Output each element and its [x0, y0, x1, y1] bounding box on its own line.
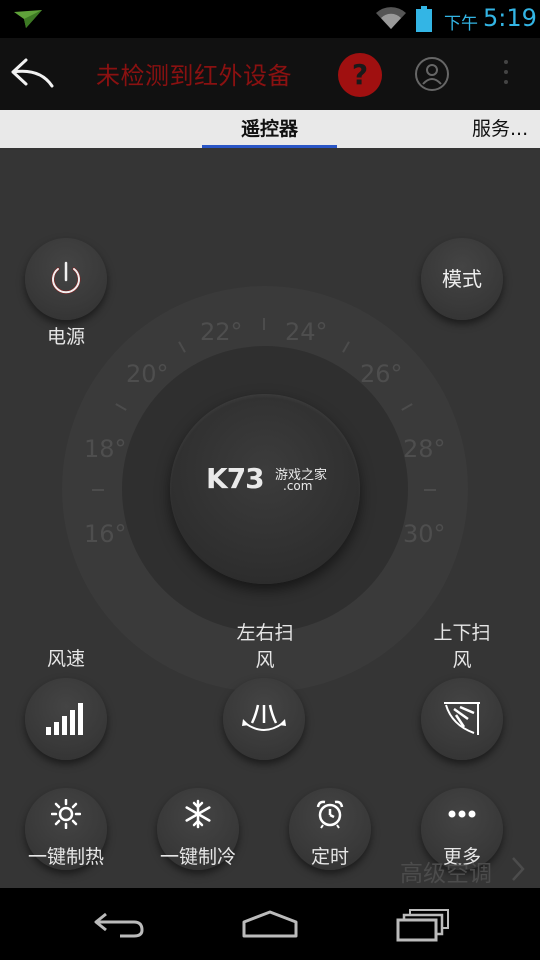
swing-ud-label-line2: 风 [452, 649, 472, 671]
tab-bar: 遥控器 服务... [0, 110, 540, 148]
temp-label-22: 22° [200, 318, 243, 346]
watermark-main: K73 [206, 462, 265, 495]
advanced-ac-link[interactable]: 高级空调 [400, 854, 492, 888]
fan-speed-button[interactable] [25, 678, 107, 760]
swing-ud-button[interactable] [421, 678, 503, 760]
watermark-com: .com [283, 479, 313, 493]
temp-label-24: 24° [285, 318, 328, 346]
nav-recents-icon[interactable] [394, 908, 450, 942]
nav-back-icon[interactable] [90, 908, 146, 940]
overflow-menu-icon[interactable] [500, 60, 512, 90]
power-label: 电源 [46, 326, 85, 348]
user-icon[interactable] [414, 56, 450, 92]
swing-lr-label-line2: 风 [255, 649, 275, 671]
tab-service[interactable]: 服务... [472, 110, 540, 148]
signal-bars-icon [46, 703, 83, 735]
swing-ud-label: 上下扫 风 [402, 620, 522, 674]
back-arrow-icon[interactable] [10, 56, 56, 92]
timer-label: 定时 [310, 846, 349, 868]
vertical-swing-icon [444, 702, 480, 735]
power-icon [51, 261, 81, 294]
help-icon[interactable]: ? [338, 53, 382, 97]
temp-label-20: 20° [126, 360, 169, 388]
tab-remote[interactable]: 遥控器 [202, 110, 337, 148]
temp-label-28: 28° [403, 435, 446, 463]
more-dots-icon [448, 810, 476, 818]
navigation-bar [0, 888, 540, 960]
fan-speed-label: 风速 [46, 648, 85, 670]
temp-label-16: 16° [84, 520, 127, 548]
watermark-logo: K73 游戏之家 .com [206, 462, 336, 496]
temp-label-26: 26° [360, 360, 403, 388]
snowflake-icon [185, 799, 211, 829]
nav-home-icon[interactable] [240, 908, 300, 940]
status-ampm: 下午 [444, 14, 478, 34]
cool-label: 一键制冷 [159, 846, 236, 868]
sun-icon [51, 799, 81, 829]
swing-ud-label-line1: 上下扫 [433, 622, 491, 644]
status-bar: 下午 5:19 [0, 0, 540, 38]
notification-plane-icon [14, 10, 42, 28]
heat-label: 一键制热 [27, 846, 104, 868]
mode-button[interactable]: 模式 [421, 238, 503, 320]
page-title: 未检测到红外设备 [96, 62, 292, 90]
action-bar: 未检测到红外设备 ? [0, 38, 540, 110]
status-time: 5:19 [483, 4, 537, 32]
mode-label: 模式 [442, 267, 482, 291]
horizontal-swing-icon [242, 704, 286, 731]
swing-lr-label: 左右扫 风 [205, 620, 325, 674]
dial-tick [424, 489, 436, 491]
chevron-right-icon [512, 857, 525, 881]
battery-icon [416, 6, 432, 32]
alarm-clock-icon [316, 800, 344, 829]
dial-tick [92, 489, 104, 491]
temp-label-30: 30° [403, 520, 446, 548]
temp-label-18: 18° [84, 435, 127, 463]
wifi-icon [376, 7, 406, 29]
power-button[interactable] [25, 238, 107, 320]
dial-tick [263, 318, 265, 330]
remote-panel: 16° 18° 20° 22° 24° 26° 28° 30° K73 游戏之家… [0, 148, 540, 888]
swing-lr-button[interactable] [223, 678, 305, 760]
swing-lr-label-line1: 左右扫 [236, 622, 294, 644]
